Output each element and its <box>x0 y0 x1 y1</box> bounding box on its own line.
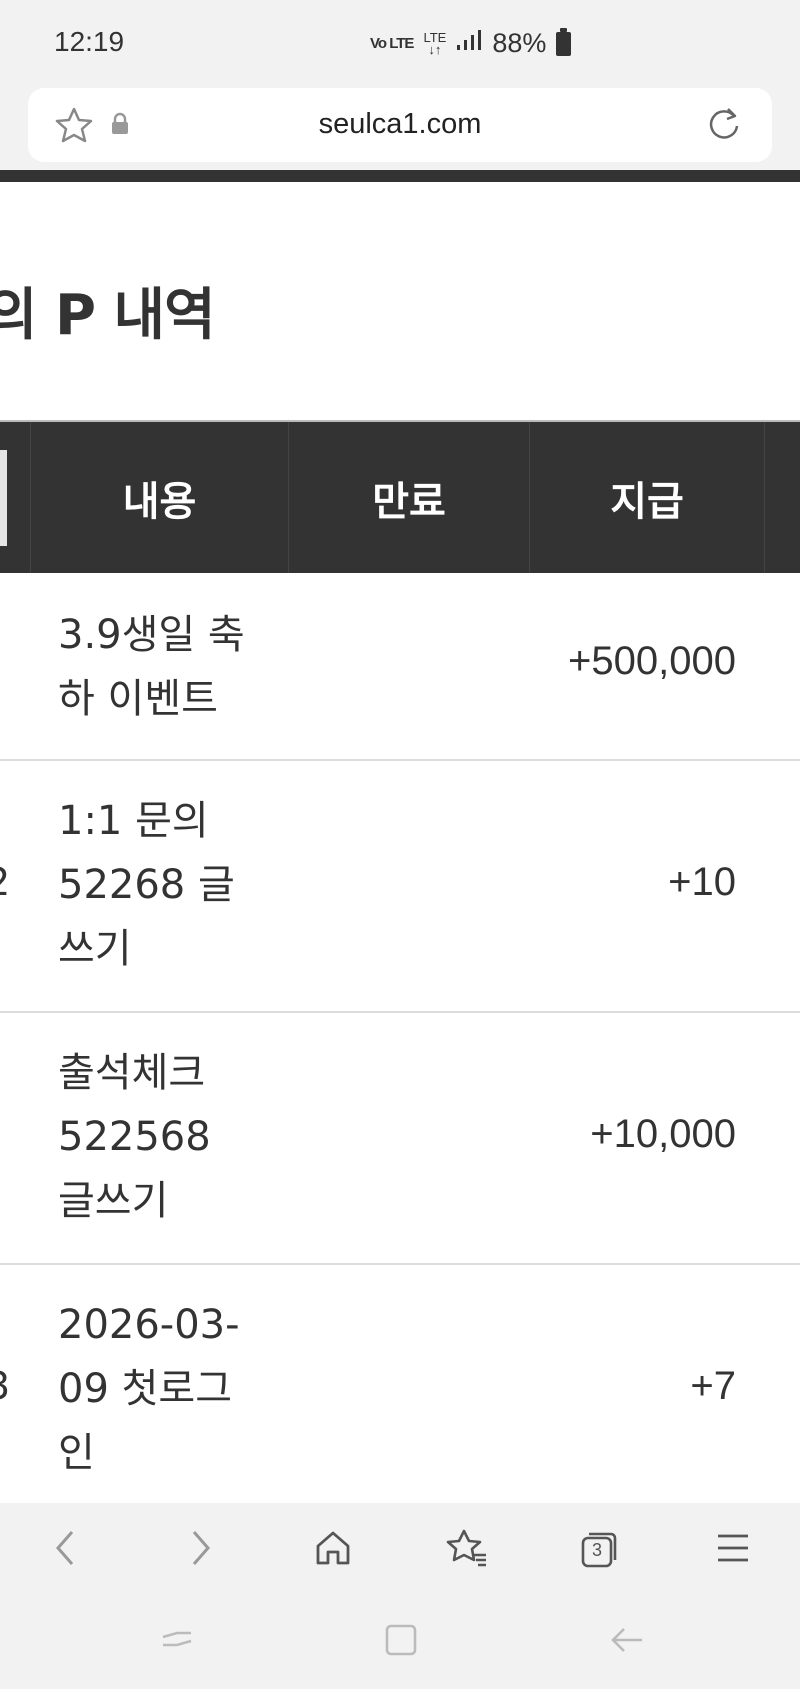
row-amount: +500,000 <box>568 639 736 683</box>
tabs-button[interactable]: 3 <box>574 1525 624 1575</box>
back-system-button[interactable] <box>604 1619 650 1665</box>
lte-indicator: LTE ↓↑ <box>423 29 447 57</box>
table-header: 내용 만료 지급 <box>0 420 800 573</box>
header-expiry: 만료 <box>288 422 529 573</box>
header-divider <box>0 170 800 182</box>
header-edge-cell <box>0 450 7 546</box>
tabs-icon: 3 <box>579 1530 619 1570</box>
volte-indicator: Vo LTE <box>370 35 414 52</box>
status-indicators: Vo LTE LTE ↓↑ 88% <box>370 27 572 59</box>
page-title: 의 P 내역 <box>0 283 216 348</box>
chevron-left-icon <box>50 1528 80 1572</box>
chevron-right-icon <box>186 1528 216 1572</box>
tab-count: 3 <box>591 1540 602 1560</box>
browser-bottom-nav: 3 <box>0 1503 800 1597</box>
row-edge-value: ) <box>0 639 1 683</box>
recent-apps-icon <box>159 1625 195 1659</box>
home-icon <box>314 1529 352 1571</box>
address-bar[interactable]: seulca1.com <box>28 88 772 162</box>
arrow-left-icon <box>609 1625 645 1659</box>
row-content: 출석체크 522568 글쓰기 <box>58 1050 211 1224</box>
star-list-icon <box>446 1528 488 1572</box>
row-edge-value: 3 <box>0 1364 10 1408</box>
header-edge-cell-right <box>764 422 800 573</box>
square-icon <box>384 1623 418 1661</box>
system-nav-bar <box>0 1597 800 1689</box>
recent-apps-button[interactable] <box>154 1619 200 1665</box>
status-time: 12:19 <box>54 26 125 57</box>
row-content: 1:1 문의 52268 글 쓰기 <box>58 798 235 972</box>
row-amount: +7 <box>690 1364 736 1408</box>
header-payment: 지급 <box>529 422 764 573</box>
table-row: 2 1:1 문의 52268 글 쓰기 +10 <box>0 761 800 1013</box>
back-button[interactable] <box>40 1525 90 1575</box>
menu-button[interactable] <box>708 1525 758 1575</box>
row-amount: +10,000 <box>590 1112 736 1156</box>
table-row: 3 2026-03- 09 첫로그 인 +7 <box>0 1265 800 1505</box>
status-bar: 12:19 Vo LTE LTE ↓↑ 88% <box>0 0 800 86</box>
header-content: 내용 <box>30 422 288 573</box>
row-amount: +10 <box>668 860 736 904</box>
home-system-button[interactable] <box>378 1619 424 1665</box>
browser-toolbar: seulca1.com <box>0 86 800 170</box>
forward-button[interactable] <box>176 1525 226 1575</box>
signal-icon <box>456 28 482 59</box>
url-text[interactable]: seulca1.com <box>28 108 772 141</box>
menu-icon <box>715 1532 751 1568</box>
reload-icon[interactable] <box>704 104 744 148</box>
battery-icon <box>556 27 572 56</box>
row-edge-value: ) <box>0 1112 1 1156</box>
row-edge-value: 2 <box>0 860 10 904</box>
table-row: ) 출석체크 522568 글쓰기 +10,000 <box>0 1013 800 1265</box>
bookmarks-button[interactable] <box>442 1525 492 1575</box>
table-row: ) 3.9생일 축 하 이벤트 +500,000 <box>0 573 800 761</box>
row-content: 2026-03- 09 첫로그 인 <box>58 1302 240 1476</box>
row-content: 3.9생일 축 하 이벤트 <box>58 612 245 722</box>
home-button[interactable] <box>308 1525 358 1575</box>
battery-percent: 88% <box>492 28 547 58</box>
